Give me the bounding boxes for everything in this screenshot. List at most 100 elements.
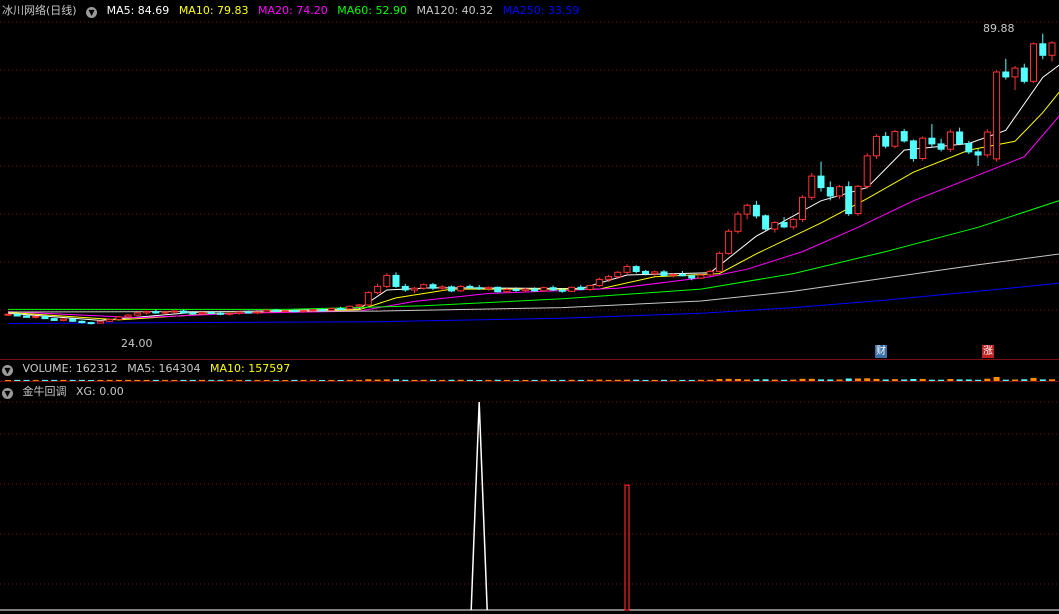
candle-body — [605, 276, 612, 280]
candle-body — [300, 310, 308, 313]
candle-body — [337, 308, 345, 310]
candle-body — [1011, 67, 1019, 78]
candle-body — [688, 275, 696, 279]
candle-body — [263, 309, 271, 313]
candle-body — [457, 285, 465, 292]
candle-body — [891, 131, 899, 147]
candle-body — [946, 131, 954, 150]
candle-body — [244, 311, 252, 314]
candle-body — [143, 311, 151, 314]
candle-body — [448, 286, 455, 292]
candle-body — [993, 71, 1001, 160]
candle-body — [309, 309, 317, 312]
candle-body — [743, 204, 751, 215]
candle-body — [734, 213, 742, 232]
candle-body — [281, 310, 289, 313]
candle-body — [540, 287, 548, 292]
candle-body — [909, 140, 917, 159]
candle-body — [392, 274, 400, 287]
candle-body — [161, 311, 169, 314]
candle-body — [512, 289, 520, 291]
candle-body — [475, 287, 483, 290]
ma250-label: MA250: 33.59 — [502, 4, 580, 17]
candle-body — [383, 274, 391, 287]
candle-body — [632, 266, 640, 273]
candle-body — [59, 318, 67, 321]
candle-body — [836, 186, 843, 197]
candle-body — [253, 311, 261, 314]
candle-body — [706, 270, 714, 276]
candle-body — [919, 137, 927, 159]
indicator-bar — [624, 484, 630, 611]
candle-body — [170, 310, 178, 313]
candle-body — [346, 305, 354, 310]
candle-body — [290, 310, 298, 313]
candle-body — [974, 151, 982, 156]
candle-body — [217, 312, 224, 315]
candle-body — [863, 155, 871, 187]
candle-body — [235, 311, 243, 314]
indicator-spike — [470, 401, 488, 611]
volume-ma5: MA5: 164304 — [127, 362, 201, 375]
candle-body — [484, 286, 492, 290]
candle-body — [521, 288, 529, 291]
volume-legend: ▼ VOLUME: 162312 MA5: 164304 MA10: 15759… — [2, 361, 296, 377]
indicator-panel: ▼ 金牛回调 XG: 0.00 — [0, 382, 1059, 614]
candle-body — [23, 315, 30, 318]
volume-title: VOLUME: 162312 — [22, 362, 118, 375]
candle-body — [577, 286, 585, 290]
candle-body — [873, 135, 880, 157]
candle-body — [678, 274, 686, 277]
candle-body — [549, 287, 557, 291]
candle-body — [983, 131, 991, 156]
candle-body — [374, 285, 382, 294]
candle-body — [503, 289, 511, 293]
ma120-label: MA120: 40.32 — [416, 4, 494, 17]
candle-body — [355, 304, 363, 307]
candle-body — [586, 285, 594, 290]
indicator-legend: ▼ 金牛回调 XG: 0.00 — [2, 384, 130, 400]
event-marker-finance[interactable]: 财 — [875, 345, 887, 358]
ma-line-ma60 — [8, 200, 1059, 310]
candle-body — [4, 313, 12, 316]
candle-body — [50, 318, 58, 321]
candle-body — [623, 266, 631, 273]
candle-body — [327, 308, 335, 311]
candle-body — [715, 252, 723, 272]
candle-body — [152, 311, 160, 314]
candle-body — [429, 284, 437, 289]
candle-body — [789, 218, 797, 228]
candle-body — [697, 274, 705, 279]
candle-body — [614, 271, 622, 278]
candle-body — [1020, 67, 1028, 82]
candle-body — [669, 274, 677, 276]
event-marker-rise[interactable]: 涨 — [982, 345, 994, 358]
candle-body — [799, 196, 806, 220]
candle-body — [558, 289, 566, 292]
candle-body — [762, 215, 770, 230]
candle-body — [928, 137, 936, 145]
chevron-down-icon[interactable]: ▼ — [2, 365, 13, 376]
candle-body — [642, 270, 649, 275]
candle-body — [32, 315, 40, 318]
candle-body — [494, 286, 502, 293]
candle-body — [854, 185, 862, 215]
candle-body — [124, 314, 132, 318]
candle-body — [531, 288, 539, 292]
candle-body — [900, 131, 908, 142]
ma60-label: MA60: 52.90 — [337, 4, 407, 17]
candle-body — [1002, 71, 1010, 78]
candle-body — [78, 320, 86, 324]
candle-body — [272, 309, 280, 312]
candle-body — [651, 271, 659, 275]
volume-ma10: MA10: 157597 — [209, 362, 291, 375]
candle-body — [420, 284, 428, 289]
candle-body — [882, 135, 890, 147]
low-price-marker: 24.00 — [121, 337, 153, 350]
indicator-title: 金牛回调 — [22, 385, 67, 398]
stock-title: 冰川网络(日线) — [2, 4, 77, 17]
chevron-down-icon[interactable]: ▼ — [86, 7, 98, 18]
candle-body — [207, 311, 215, 314]
chevron-down-icon[interactable]: ▼ — [2, 388, 13, 399]
candle-body — [1048, 42, 1056, 56]
